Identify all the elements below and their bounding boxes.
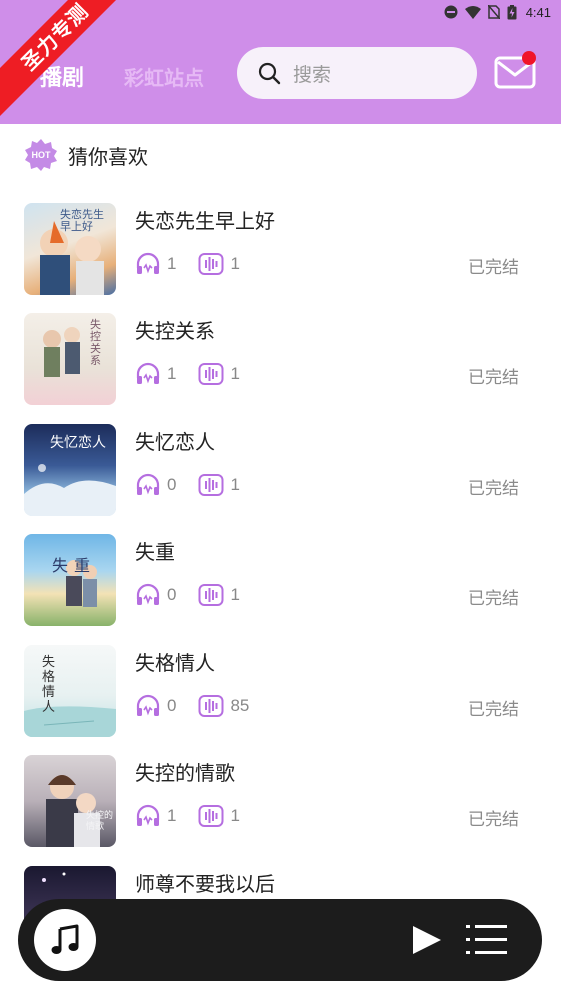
episodes-icon: [198, 363, 224, 385]
item-meta: 0 85: [135, 693, 249, 719]
episode-count: 85: [230, 696, 250, 715]
episode-count: 1: [230, 364, 240, 383]
cover-image: 失恋先生 早上好: [24, 203, 116, 295]
list-item[interactable]: 失控关系 失控关系 1 1 已完结: [0, 313, 561, 423]
listen-count: 0: [167, 696, 177, 715]
section-header: HOT 猜你喜欢: [24, 138, 148, 172]
completion-status: 已完结: [468, 589, 519, 609]
headphones-icon: [136, 694, 160, 716]
episodes-icon: [198, 474, 224, 496]
episodes-icon: [198, 584, 224, 606]
listen-count: 0: [167, 475, 177, 494]
headphones-icon: [136, 362, 160, 384]
episodes-icon: [198, 253, 224, 275]
headphones-icon: [136, 473, 160, 495]
episode-count: 1: [230, 585, 240, 604]
cover-image: 失重: [24, 534, 116, 626]
headphones-icon: [136, 252, 160, 274]
hot-badge-label: HOT: [31, 150, 51, 160]
item-title: 失重: [135, 540, 175, 564]
listen-count: 1: [167, 254, 177, 273]
episode-count: 1: [230, 254, 240, 273]
completion-status: 已完结: [468, 258, 519, 278]
item-title: 失控关系: [135, 319, 215, 343]
item-title: 失恋先生早上好: [135, 209, 275, 233]
battery-charging-icon: [507, 4, 517, 20]
list-item[interactable]: 失恋先生 早上好 失恋先生早上好 1 1 已完结: [0, 203, 561, 313]
item-title: 失格情人: [135, 651, 215, 675]
item-meta: 1 1: [135, 803, 240, 829]
episode-count: 1: [230, 806, 240, 825]
cover-text: 失重: [52, 556, 97, 575]
playlist-icon[interactable]: [466, 921, 508, 959]
music-note-icon: [51, 924, 79, 954]
headphones-icon: [136, 583, 160, 605]
episodes-icon: [198, 805, 224, 827]
completion-status: 已完结: [468, 810, 519, 830]
list-item[interactable]: 失重 失重 0 1 已完结: [0, 534, 561, 644]
search-placeholder: 搜索: [293, 63, 332, 86]
cover-image: 失忆恋人: [24, 424, 116, 516]
tab-rainbow-station[interactable]: 彩虹站点: [124, 62, 204, 91]
completion-status: 已完结: [468, 479, 519, 499]
notification-dot: [522, 51, 536, 65]
cover-text: 失控关系: [90, 318, 101, 367]
section-title: 猜你喜欢: [68, 144, 148, 169]
list-item[interactable]: 失 格 情 人 失格情人 0 85 已完结: [0, 645, 561, 755]
now-playing-button[interactable]: [34, 909, 96, 971]
item-meta: 1 1: [135, 251, 240, 277]
cover-text: 失恋先生 早上好: [60, 208, 104, 233]
completion-status: 已完结: [468, 368, 519, 388]
cover-text: 失控的情歌: [86, 811, 114, 832]
do-not-disturb-icon: [444, 5, 458, 19]
status-time: 4:41: [525, 4, 551, 20]
cover-text: 失忆恋人: [50, 435, 106, 451]
wifi-icon: [464, 5, 481, 19]
episode-count: 1: [230, 475, 240, 494]
no-sim-icon: [487, 5, 500, 19]
item-meta: 0 1: [135, 582, 240, 608]
cover-text: 失 格 情 人: [42, 655, 56, 715]
hot-badge: HOT: [24, 138, 58, 172]
item-meta: 0 1: [135, 472, 240, 498]
cover-image: 失 格 情 人: [24, 645, 116, 737]
listen-count: 0: [167, 585, 177, 604]
item-meta: 1 1: [135, 361, 240, 387]
list-item[interactable]: 失控的情歌 失控的情歌 1 1 已完结: [0, 755, 561, 865]
item-title: 失控的情歌: [135, 761, 235, 785]
listen-count: 1: [167, 364, 177, 383]
completion-status: 已完结: [468, 700, 519, 720]
headphones-icon: [136, 804, 160, 826]
cover-image: 失控关系: [24, 313, 116, 405]
search-bar[interactable]: 搜索: [237, 47, 477, 99]
item-title: 师尊不要我以后: [135, 872, 275, 896]
item-title: 失忆恋人: [135, 430, 215, 454]
list-item[interactable]: 失忆恋人 失忆恋人 0 1 已完结: [0, 424, 561, 534]
cover-image: 失控的情歌: [24, 755, 116, 847]
play-icon[interactable]: [410, 923, 444, 957]
listen-count: 1: [167, 806, 177, 825]
search-icon: [258, 62, 281, 85]
episodes-icon: [198, 695, 224, 717]
mini-player[interactable]: [18, 899, 542, 981]
status-bar: 4:41: [444, 2, 551, 22]
